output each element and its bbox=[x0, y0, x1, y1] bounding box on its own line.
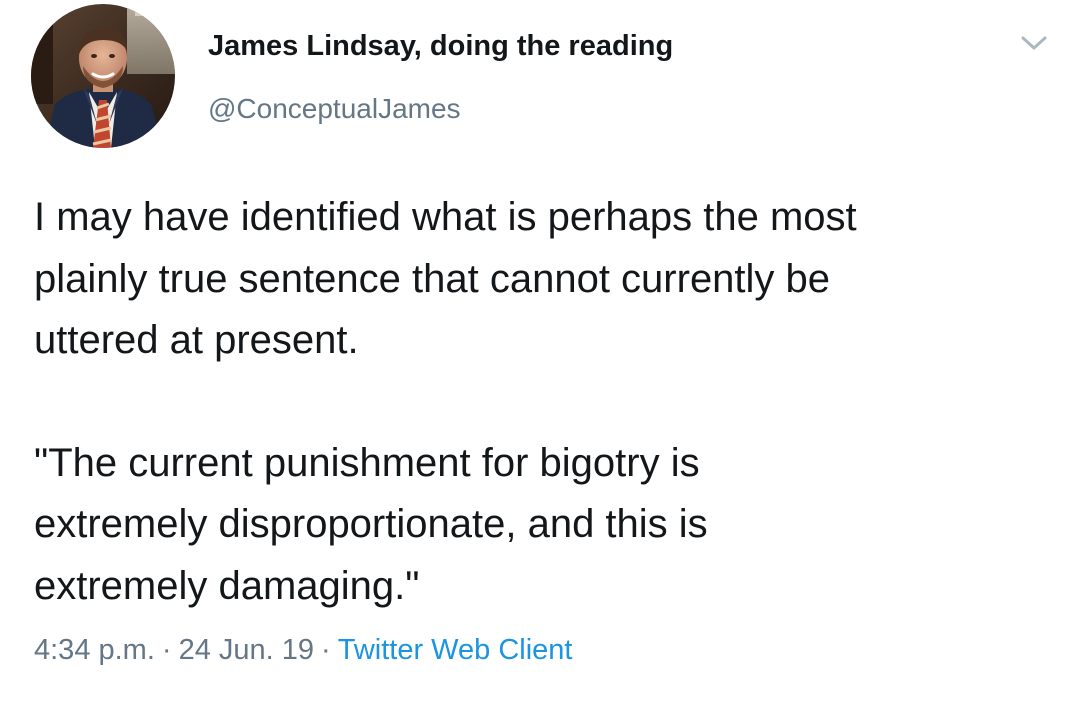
author-handle[interactable]: @ConceptualJames bbox=[208, 92, 461, 126]
tweet-source-link[interactable]: Twitter Web Client bbox=[338, 634, 573, 666]
author-display-name[interactable]: James Lindsay, doing the reading bbox=[208, 29, 673, 63]
tweet-text: I may have identified what is perhaps th… bbox=[34, 187, 1044, 617]
meta-separator: · bbox=[321, 634, 331, 666]
tweet-meta: 4:34 p.m. · 24 Jun. 19 · Twitter Web Client bbox=[34, 632, 572, 668]
profile-photo-icon bbox=[31, 4, 175, 148]
tweet-paragraph: I may have identified what is perhaps th… bbox=[34, 195, 857, 362]
tweet-quote-paragraph: "The current punishment for bigotry is e… bbox=[34, 440, 708, 608]
tweet-card: James Lindsay, doing the reading @Concep… bbox=[0, 0, 1079, 702]
tweet-date[interactable]: 24 Jun. 19 bbox=[179, 634, 314, 666]
chevron-down-icon[interactable] bbox=[1019, 31, 1049, 55]
meta-separator: · bbox=[161, 634, 172, 666]
avatar[interactable] bbox=[31, 4, 175, 148]
tweet-time[interactable]: 4:34 p.m. bbox=[34, 634, 155, 666]
